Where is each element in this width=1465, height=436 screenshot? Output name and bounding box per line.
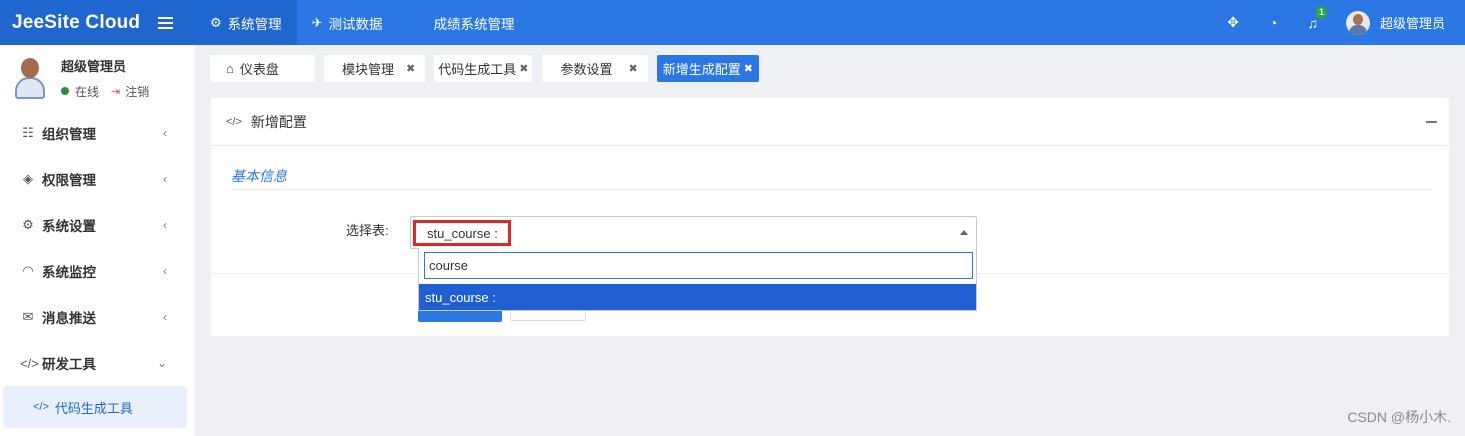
sidebar-item-settings[interactable]: ⚙ 系统设置 ‹ [0, 202, 195, 248]
code-icon: </> [33, 401, 49, 413]
user-info: 超级管理员 在线 ⇥ 注销 [61, 56, 149, 100]
tab-label: 参数设置 [560, 62, 613, 77]
logout-icon[interactable]: ⇥ [111, 85, 120, 98]
tab-bar: ⌂ 仪表盘 模块管理 ✖ 代码生成工具 ✖ 参数设置 ✖ 新增生成配置 ✖ [210, 55, 768, 83]
brand-title[interactable]: JeeSite Cloud [12, 12, 140, 34]
online-label: 在线 [75, 84, 100, 99]
tab-label: 新增生成配置 [662, 62, 741, 77]
chevron-down-icon: ⌄ [156, 356, 167, 370]
notification-icon[interactable]: ♫ 1 [1307, 5, 1327, 31]
select-value: stu_course : [413, 220, 511, 246]
gear-icon: ⚙ [210, 14, 222, 30]
user-menu[interactable]: 超级管理员 [1345, 10, 1445, 35]
sidebar-item-label: 权限管理 [42, 173, 96, 188]
envelope-icon: ✉ [22, 309, 34, 324]
brand: JeeSite Cloud [0, 0, 195, 45]
box-title: 新增配置 [250, 113, 307, 130]
collapse-icon[interactable] [1426, 120, 1437, 123]
topnav-label: 成绩系统管理 [433, 16, 515, 32]
dashboard-icon[interactable]: ◔ [1269, 15, 1277, 31]
layers-icon: ◈ [23, 171, 33, 186]
close-icon[interactable]: ✖ [744, 62, 753, 75]
sidebar-toggle-icon[interactable] [158, 16, 174, 29]
home-icon: ⌂ [226, 61, 234, 76]
select-search-input[interactable] [424, 252, 973, 279]
logout-link[interactable]: 注销 [125, 83, 149, 100]
close-icon[interactable]: ✖ [406, 62, 415, 75]
sidebar-item-messages[interactable]: ✉ 消息推送 ‹ [0, 294, 195, 340]
sidebar: 超级管理员 在线 ⇥ 注销 ☷ 组织管理 ‹ ◈ 权限管理 ‹ ⚙ 系统设置 ‹… [0, 45, 195, 436]
topnav-item-score-system[interactable]: 成绩系统管理 [398, 0, 530, 45]
top-right-tools: ✥ ◔ ♫ 1 超级管理员 [1197, 0, 1465, 45]
select-dropdown: stu_course : [418, 248, 977, 311]
code-icon: </> [226, 115, 242, 128]
sidebar-subitem-codegen[interactable]: </> 代码生成工具 [3, 386, 187, 428]
sidebar-item-label: 系统设置 [42, 219, 96, 234]
chevron-left-icon: ‹ [163, 126, 167, 140]
topnav-label: 系统管理 [227, 16, 282, 32]
select-option[interactable]: stu_course : [419, 284, 976, 310]
tab-dashboard[interactable]: ⌂ 仪表盘 [210, 55, 315, 82]
avatar [1345, 10, 1370, 35]
topnav-label: 测试数据 [328, 16, 383, 32]
topnav-item-test-data[interactable]: ✈ 测试数据 [297, 0, 398, 45]
topnav-item-system[interactable]: ⚙ 系统管理 [195, 0, 297, 45]
sidebar-item-org[interactable]: ☷ 组织管理 ‹ [0, 110, 195, 156]
sidebar-item-monitor[interactable]: ◠ 系统监控 ‹ [0, 248, 195, 294]
chevron-left-icon: ‹ [163, 264, 167, 278]
paper-plane-icon: ✈ [311, 14, 323, 30]
chevron-left-icon: ‹ [163, 218, 167, 232]
avatar [12, 56, 48, 100]
sidebar-item-label: 消息推送 [42, 311, 96, 326]
close-icon[interactable]: ✖ [628, 62, 637, 75]
section-title: 基本信息 [231, 168, 287, 184]
top-nav: ⚙ 系统管理 ✈ 测试数据 成绩系统管理 [195, 0, 530, 45]
tab-params[interactable]: 参数设置 ✖ [542, 55, 648, 82]
user-status: 在线 ⇥ 注销 [61, 83, 149, 100]
tab-new-gen-config[interactable]: 新增生成配置 ✖ [656, 55, 759, 82]
notification-badge: 1 [1315, 5, 1327, 19]
top-navbar: JeeSite Cloud ⚙ 系统管理 ✈ 测试数据 成绩系统管理 ✥ ◔ ♫… [0, 0, 1465, 45]
sidebar-item-devtools[interactable]: </> 研发工具 ⌄ [0, 340, 195, 386]
ghost-icon: ◠ [22, 263, 34, 278]
sidebar-item-label: 系统监控 [42, 265, 96, 280]
select-table-label: 选择表: [346, 223, 389, 238]
sidebar-menu: ☷ 组织管理 ‹ ◈ 权限管理 ‹ ⚙ 系统设置 ‹ ◠ 系统监控 ‹ ✉ 消息… [0, 110, 195, 428]
close-icon[interactable]: ✖ [519, 62, 528, 75]
online-dot-icon [61, 87, 69, 95]
grid-icon: ☷ [22, 125, 34, 140]
sidebar-item-label: 组织管理 [42, 127, 96, 142]
caret-up-icon [960, 230, 968, 235]
chevron-left-icon: ‹ [163, 172, 167, 186]
tab-codegen[interactable]: 代码生成工具 ✖ [434, 55, 533, 82]
tab-module-manage[interactable]: 模块管理 ✖ [324, 55, 426, 82]
fullscreen-icon[interactable]: ✥ [1227, 14, 1239, 31]
watermark: CSDN @杨小木. [1347, 409, 1451, 425]
box-header: </> 新增配置 [211, 98, 1449, 146]
gear-icon: ⚙ [22, 217, 34, 232]
tab-label: 仪表盘 [239, 62, 279, 77]
code-icon: </> [20, 355, 39, 371]
sidebar-item-label: 研发工具 [42, 357, 96, 372]
user-name: 超级管理员 [1379, 16, 1445, 31]
tab-label: 模块管理 [342, 62, 395, 77]
sidebar-user-name: 超级管理员 [61, 58, 127, 74]
tab-label: 代码生成工具 [438, 62, 517, 77]
chevron-left-icon: ‹ [163, 310, 167, 324]
divider [231, 189, 1431, 190]
table-select[interactable]: stu_course : [410, 216, 977, 249]
user-panel: 超级管理员 在线 ⇥ 注销 [0, 45, 195, 110]
sidebar-subitem-label: 代码生成工具 [54, 400, 133, 416]
sidebar-item-permission[interactable]: ◈ 权限管理 ‹ [0, 156, 195, 202]
